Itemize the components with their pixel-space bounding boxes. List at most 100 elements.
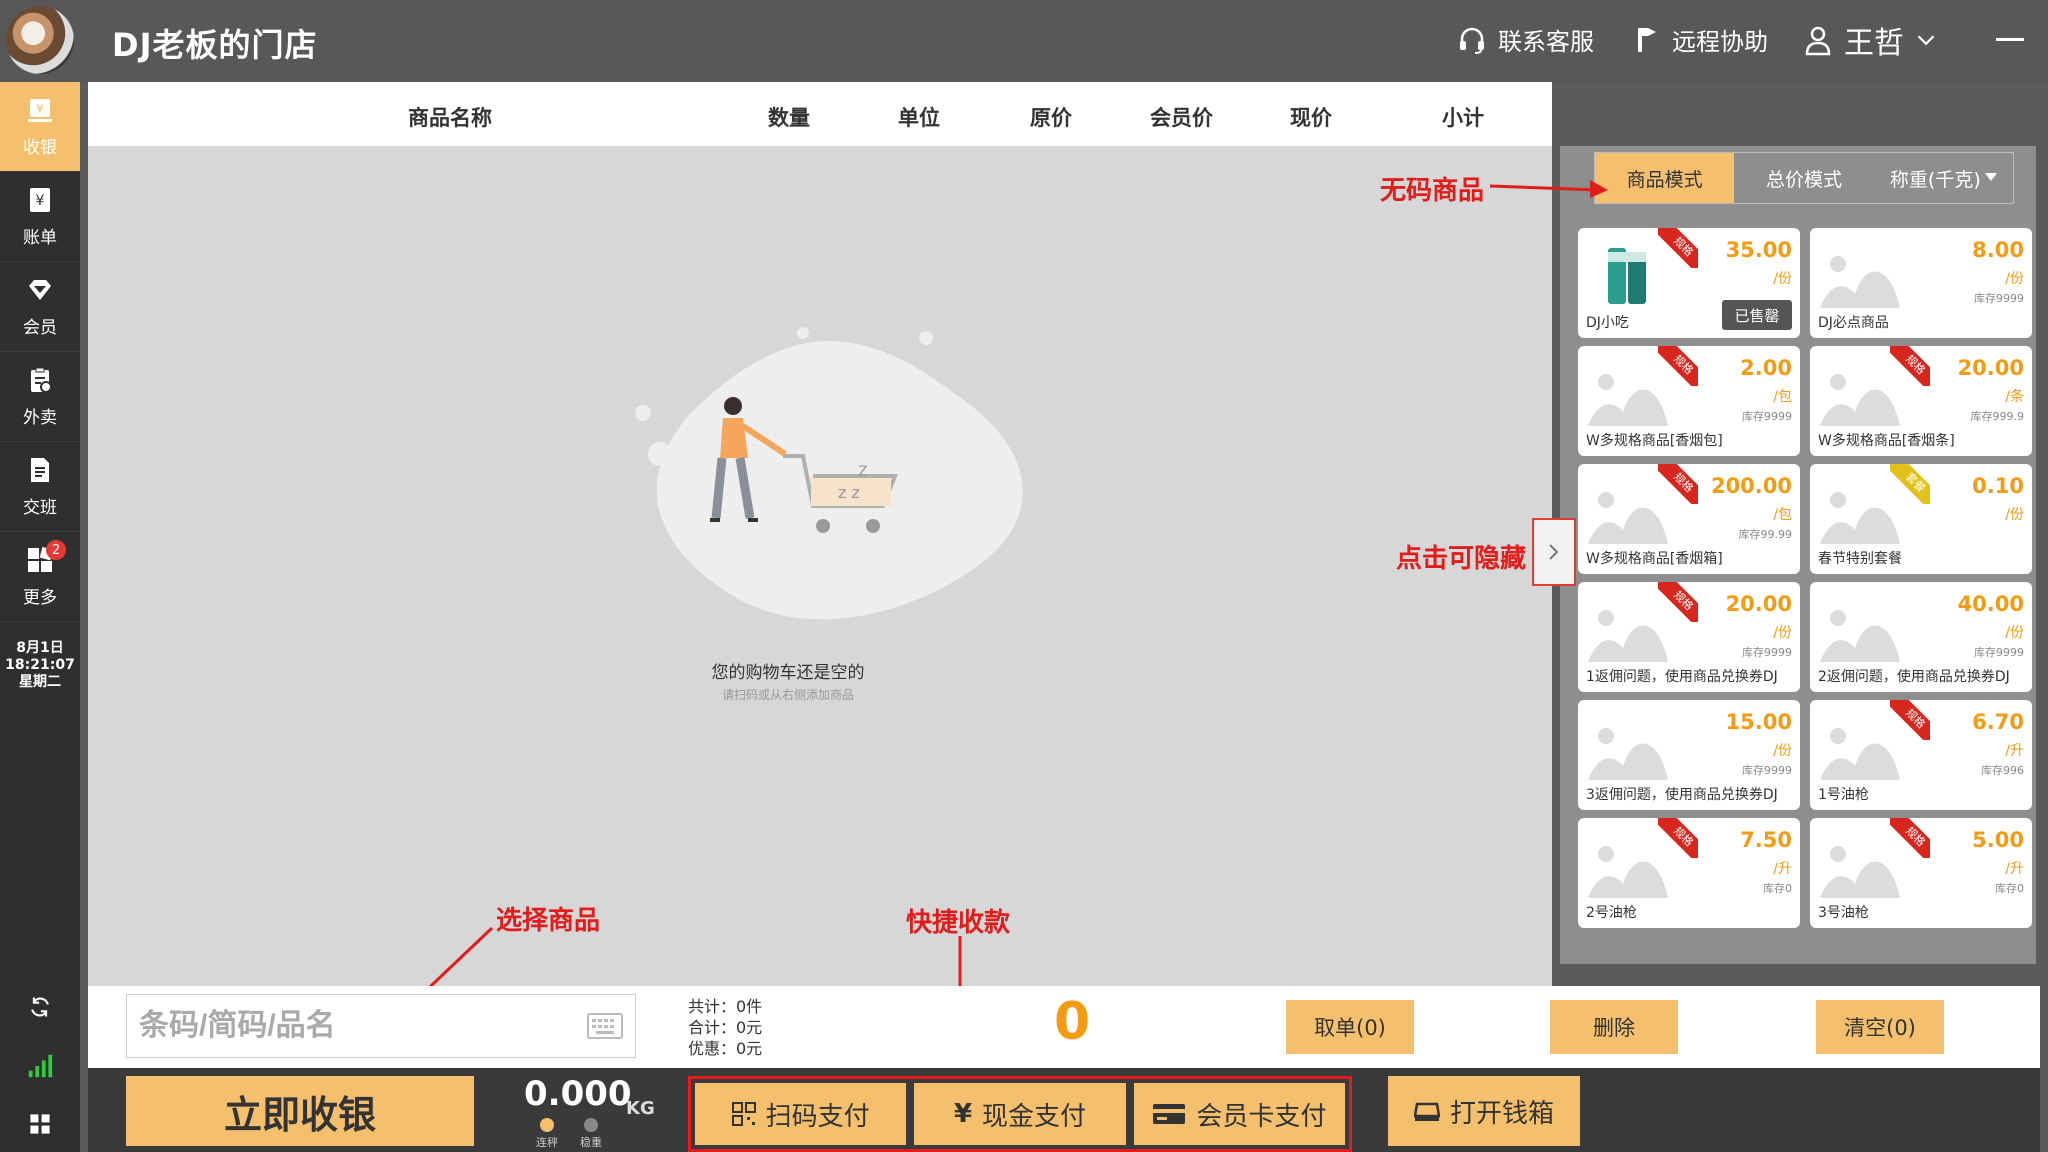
soldout-badge: 已售罄: [1722, 300, 1792, 330]
cart-summary: 共计：0件 合计：0元 优惠：0元: [688, 996, 762, 1059]
open-drawer-label: 打开钱箱: [1449, 1098, 1554, 1129]
take-order-button[interactable]: 取单(0): [1286, 1000, 1414, 1054]
product-ribbon: 规格: [1658, 582, 1698, 622]
product-price: 15.00: [1725, 710, 1792, 734]
minimize-button[interactable]: [1996, 38, 2024, 41]
ribbon-label: 规格: [1658, 582, 1698, 622]
user-menu[interactable]: 王哲: [1802, 18, 1938, 62]
product-name: 春节特别套餐: [1818, 551, 1902, 567]
product-price: 8.00: [1972, 238, 2024, 262]
keyboard-icon[interactable]: [587, 1013, 623, 1039]
cash-pay-button[interactable]: ¥ 现金支付: [914, 1083, 1126, 1145]
tab-weight-mode[interactable]: 称重(千克): [1874, 153, 2013, 203]
product-unit: /条: [2005, 389, 2024, 405]
quick-pay-group: 扫码支付 ¥ 现金支付 会员卡支付: [688, 1076, 1352, 1152]
tab-product-mode[interactable]: 商品模式: [1595, 153, 1735, 203]
tab-total-mode[interactable]: 总价模式: [1734, 153, 1873, 203]
delete-button[interactable]: 删除: [1550, 1000, 1678, 1054]
collapse-panel-button[interactable]: [1532, 518, 1576, 586]
product-card[interactable]: 20.00/份 库存9999 1返佣问题，使用商品兑换券DJ 规格: [1578, 582, 1800, 692]
barcode-search-input[interactable]: [139, 1009, 579, 1043]
product-price: 200.00: [1710, 474, 1792, 498]
customer-service-button[interactable]: 联系客服: [1456, 22, 1594, 57]
empty-cart-subtitle: 请扫码或从右侧添加商品: [721, 688, 854, 702]
sidebar-item-label: 会员: [23, 318, 57, 338]
sidebar-item-handover[interactable]: 交班: [0, 442, 80, 532]
product-card[interactable]: 15.00/份 库存9999 3返佣问题，使用商品兑换券DJ: [1578, 700, 1800, 810]
open-cash-drawer-button[interactable]: 打开钱箱: [1388, 1076, 1580, 1146]
scale-weight: 0.000: [524, 1074, 632, 1114]
product-card[interactable]: 200.00/包 库存99.99 W多规格商品[香烟箱] 规格: [1578, 464, 1800, 574]
product-stock: 库存9999: [1974, 646, 2024, 659]
product-unit: /升: [1773, 861, 1792, 877]
sidebar-date: 8月1日: [16, 640, 64, 656]
remote-assist-button[interactable]: 远程协助: [1630, 22, 1768, 57]
product-name: 2返佣问题，使用商品兑换券DJ: [1818, 669, 2010, 685]
product-card[interactable]: 2.00/包 库存9999 W多规格商品[香烟包] 规格: [1578, 346, 1800, 456]
annotation-select: 选择商品: [496, 906, 601, 936]
handover-icon: [31, 458, 49, 482]
product-card[interactable]: 20.00/条 库存999.9 W多规格商品[香烟条] 规格: [1810, 346, 2032, 456]
cashier-icon: ¥: [28, 99, 52, 122]
user-name: 王哲: [1844, 26, 1904, 61]
member-card-pay-button[interactable]: 会员卡支付: [1133, 1083, 1345, 1145]
annotation-no-code: 无码商品: [1380, 176, 1485, 206]
product-name: W多规格商品[香烟箱]: [1586, 551, 1723, 567]
product-card[interactable]: 8.00/份 库存9999 DJ必点商品: [1810, 228, 2032, 338]
scan-pay-label: 扫码支付: [765, 1101, 870, 1132]
product-card[interactable]: 40.00/份 库存9999 2返佣问题，使用商品兑换券DJ: [1810, 582, 2032, 692]
product-name: 3号油枪: [1818, 905, 1869, 921]
col-quantity: 数量: [768, 106, 810, 130]
sidebar-item-member[interactable]: 会员: [0, 262, 80, 352]
qr-code-icon: [731, 1102, 756, 1126]
sidebar-item-bill[interactable]: ¥ 账单: [0, 172, 80, 262]
product-price: 2.00: [1740, 356, 1792, 380]
weight-unit: KG: [626, 1098, 655, 1119]
notification-badge: 2: [46, 540, 66, 560]
placeholder-image-icon: [1820, 256, 1900, 308]
cash-drawer-icon: [1413, 1102, 1440, 1121]
product-name: DJ小吃: [1586, 315, 1629, 331]
product-card[interactable]: 0.10/份 春节特别套餐 套餐: [1810, 464, 2032, 574]
barcode-search-box[interactable]: [126, 994, 636, 1058]
product-name: W多规格商品[香烟包]: [1586, 433, 1723, 449]
product-ribbon: 规格: [1890, 818, 1930, 858]
left-sidebar: ¥ 收银 ¥ 账单 会员 外卖 交班 更多 2 8月1日 18:21:07 星期…: [0, 82, 80, 1152]
ribbon-label: 规格: [1890, 700, 1930, 740]
sidebar-item-more[interactable]: 更多 2: [0, 532, 80, 622]
sidebar-item-takeout[interactable]: 外卖: [0, 352, 80, 442]
product-name: 2号油枪: [1586, 905, 1637, 921]
product-stock: 库存9999: [1742, 410, 1792, 423]
product-card[interactable]: 7.50/升 库存0 2号油枪 规格: [1578, 818, 1800, 928]
empty-cart-title: 您的购物车还是空的: [711, 663, 865, 683]
annotation-hide: 点击可隐藏: [1396, 544, 1527, 574]
product-panel: 商品模式 总价模式 称重(千克) 35.00/份 DJ小吃 规格 已售罄 8.00/份库…: [1560, 146, 2036, 964]
summary-count: 共计：0件: [688, 997, 763, 1016]
sidebar-item-label: 收银: [23, 138, 57, 158]
yen-icon: ¥: [953, 1099, 973, 1129]
sidebar-datetime: 8月1日 18:21:07 星期二: [0, 640, 80, 691]
card-icon: [1153, 1104, 1186, 1124]
clear-button[interactable]: 清空(0): [1816, 1000, 1944, 1054]
refresh-button[interactable]: [0, 994, 80, 1020]
product-card[interactable]: 6.70/升 库存996 1号油枪 规格: [1810, 700, 2032, 810]
chevron-down-icon: [1917, 35, 1935, 46]
product-card[interactable]: 5.00/升 库存0 3号油枪 规格: [1810, 818, 2032, 928]
sidebar-item-cashier[interactable]: ¥ 收银: [0, 82, 80, 172]
col-product-name: 商品名称: [408, 106, 492, 130]
col-original-price: 原价: [1030, 106, 1072, 130]
top-bar: DJ老板的门店 联系客服 远程协助 王哲: [0, 0, 2048, 82]
user-icon: [1805, 26, 1831, 56]
product-stock: 库存996: [1981, 764, 2024, 777]
product-card[interactable]: 35.00/份 DJ小吃 规格 已售罄: [1578, 228, 1800, 338]
store-logo: [6, 6, 74, 74]
checkout-button[interactable]: 立即收银: [126, 1076, 474, 1146]
scale-indicators: 连秤 稳重: [536, 1118, 602, 1150]
signal-indicator: [0, 1052, 80, 1080]
col-current-price: 现价: [1290, 106, 1332, 130]
scan-pay-button[interactable]: 扫码支付: [695, 1083, 907, 1145]
apps-button[interactable]: [0, 1112, 80, 1136]
product-ribbon: 套餐: [1890, 464, 1930, 504]
product-ribbon: 规格: [1658, 818, 1698, 858]
sidebar-item-label: 更多: [23, 588, 57, 608]
